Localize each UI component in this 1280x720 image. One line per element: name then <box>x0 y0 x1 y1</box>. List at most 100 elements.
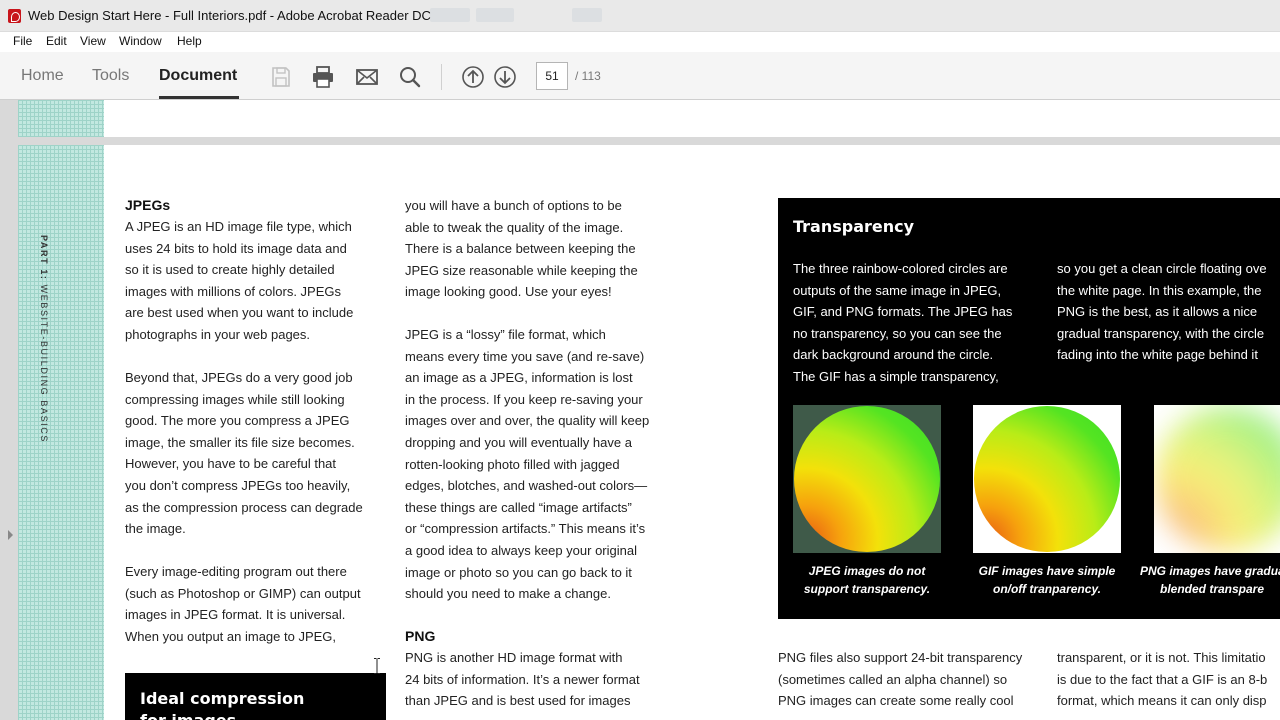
tab-home[interactable]: Home <box>21 67 64 85</box>
text-line: in the process. If you keep re-saving yo… <box>405 391 643 407</box>
text-line: so you get a clean circle floating ove <box>1057 261 1267 276</box>
text-line: images over and over, the quality will k… <box>405 413 650 429</box>
toolbar: Home Tools Document 51 / 113 <box>0 52 1280 100</box>
text-cursor-icon <box>374 658 380 674</box>
text-line: dropping and you will eventually have a <box>405 434 632 450</box>
side-panel-expand-icon[interactable] <box>8 530 13 540</box>
chapter-side-label: PART 1: WEBSITE-BUILDING BASICS <box>39 235 49 443</box>
menu-view[interactable]: View <box>80 34 106 48</box>
text-line: image looking good. Use your eyes! <box>405 284 612 300</box>
text-line: transparent, or it is not. This limitati… <box>1057 650 1266 665</box>
email-icon[interactable] <box>355 65 379 89</box>
text-line: should you need to make a change. <box>405 586 611 602</box>
search-icon[interactable] <box>398 65 422 89</box>
text-line: image or photo so you can go back to it <box>405 564 632 580</box>
text-line: Beyond that, JPEGs do a very good job <box>125 370 353 385</box>
transparency-text-right: so you get a clean circle floating ove th… <box>1057 258 1267 366</box>
menu-window[interactable]: Window <box>119 34 162 48</box>
caption-line: PNG images have gradua <box>1140 564 1280 578</box>
menu-file[interactable]: File <box>13 34 32 48</box>
ideal-compression-title-2: for images <box>140 711 236 720</box>
jpeg-caption: JPEG images do not support transparency. <box>793 562 941 598</box>
caption-line: JPEG images do not <box>808 564 926 578</box>
png-caption: PNG images have gradua blended transpare <box>1140 562 1280 598</box>
text-line: (such as Photoshop or GIMP) can output <box>125 585 361 601</box>
save-icon[interactable] <box>269 65 293 89</box>
pdf-page: PART 1: WEBSITE-BUILDING BASICS JPEGs A … <box>18 145 1280 720</box>
background-window-ghost <box>476 8 514 22</box>
text-line: However, you have to be careful that <box>125 456 337 472</box>
chapter-part: PART 1: <box>39 235 49 281</box>
text-line: When you output an image to JPEG, <box>125 628 337 644</box>
png-transparency-paragraph: PNG files also support 24-bit transparen… <box>778 647 1022 712</box>
jpeg-example-image <box>793 405 941 553</box>
jpegs-paragraph-1: A JPEG is an HD image file type, which us… <box>125 216 353 346</box>
text-line: JPEG size reasonable while keeping the <box>405 262 638 278</box>
page-down-icon[interactable] <box>493 65 517 89</box>
print-icon[interactable] <box>311 65 335 89</box>
rainbow-circle <box>974 406 1120 552</box>
text-line: JPEG is a “lossy” file format, which <box>405 327 606 342</box>
jpegs-paragraph-2: Beyond that, JPEGs do a very good job com… <box>125 367 363 540</box>
page-number-input[interactable]: 51 <box>536 62 568 90</box>
text-line: PNG is the best, as it allows a nice <box>1057 304 1258 320</box>
background-window-ghost <box>572 8 602 22</box>
gif-limitation-paragraph: transparent, or it is not. This limitati… <box>1057 647 1267 712</box>
text-line: no transparency, so you can see the <box>793 325 1002 341</box>
text-line: There is a balance between keeping the <box>405 241 636 257</box>
text-line: outputs of the same image in JPEG, <box>793 282 1002 298</box>
gif-caption: GIF images have simple on/off tranparenc… <box>973 562 1121 598</box>
text-line: or “compression artifacts.” This means i… <box>405 521 646 537</box>
chapter-name: WEBSITE-BUILDING BASICS <box>39 284 49 443</box>
active-tab-indicator <box>159 96 239 99</box>
menu-help[interactable]: Help <box>177 34 202 48</box>
rainbow-circle-faded <box>1155 406 1280 552</box>
text-line: dark background around the circle. <box>793 347 994 363</box>
text-line: means every time you save (and re-save) <box>405 348 645 364</box>
text-line: the image. <box>125 521 186 537</box>
background-window-ghost <box>430 8 470 22</box>
jpegs-heading: JPEGs <box>125 197 171 213</box>
text-line: The GIF has a simple transparency, <box>793 368 999 384</box>
caption-line: GIF images have simple <box>978 564 1116 578</box>
text-line: as the compression process can degrade <box>125 499 363 515</box>
text-line: an image as a JPEG, information is lost <box>405 370 633 386</box>
menu-edit[interactable]: Edit <box>46 34 67 48</box>
text-line: the white page. In this example, the <box>1057 282 1262 298</box>
rainbow-circle <box>794 406 940 552</box>
previous-page-bottom <box>18 100 1280 137</box>
text-line: (sometimes called an alpha channel) so <box>778 671 1008 687</box>
text-line: GIF, and PNG formats. The JPEG has <box>793 304 1013 320</box>
text-line: rotten-looking photo filled with jagged <box>405 456 620 472</box>
jpeg-quality-paragraph: you will have a bunch of options to be ab… <box>405 195 638 303</box>
text-line: PNG is another HD image format with <box>405 650 623 665</box>
page-grid-margin <box>18 145 104 720</box>
png-example-image <box>1154 405 1280 553</box>
text-line: these things are called “image artifacts… <box>405 499 632 515</box>
png-paragraph: PNG is another HD image format with 24 bi… <box>405 647 640 712</box>
text-line: you don’t compress JPEGs too heavily, <box>125 477 351 493</box>
document-viewport[interactable]: PART 1: WEBSITE-BUILDING BASICS JPEGs A … <box>0 100 1280 720</box>
text-line: Every image-editing program out there <box>125 564 347 579</box>
transparency-sidebar: Transparency The three rainbow-colored c… <box>778 198 1280 619</box>
ideal-compression-box: Ideal compression for images <box>125 673 386 720</box>
tab-document[interactable]: Document <box>159 67 237 85</box>
page-up-icon[interactable] <box>461 65 485 89</box>
text-line: is due to the fact that a GIF is an 8-b <box>1057 671 1268 687</box>
text-line: edges, blotches, and washed-out colors— <box>405 478 648 494</box>
gif-example-image <box>973 405 1121 553</box>
text-line: PNG files also support 24-bit transparen… <box>778 650 1023 665</box>
page-total: / 113 <box>575 69 601 83</box>
page-grid-margin <box>18 100 104 137</box>
text-line: images with millions of colors. JPEGs <box>125 283 342 299</box>
title-bar: Web Design Start Here - Full Interiors.p… <box>0 0 1280 32</box>
text-line: able to tweak the quality of the image. <box>405 219 624 235</box>
text-line: good. The more you compress a JPEG <box>125 413 350 429</box>
transparency-text-left: The three rainbow-colored circles are out… <box>793 258 1012 388</box>
text-line: A JPEG is an HD image file type, which <box>125 219 352 234</box>
text-line: images in JPEG format. It is universal. <box>125 607 346 623</box>
tab-tools[interactable]: Tools <box>92 67 129 85</box>
lossy-format-paragraph: JPEG is a “lossy” file format, which mean… <box>405 324 649 605</box>
text-line: The three rainbow-colored circles are <box>793 261 1008 276</box>
caption-line: blended transpare <box>1160 582 1265 596</box>
